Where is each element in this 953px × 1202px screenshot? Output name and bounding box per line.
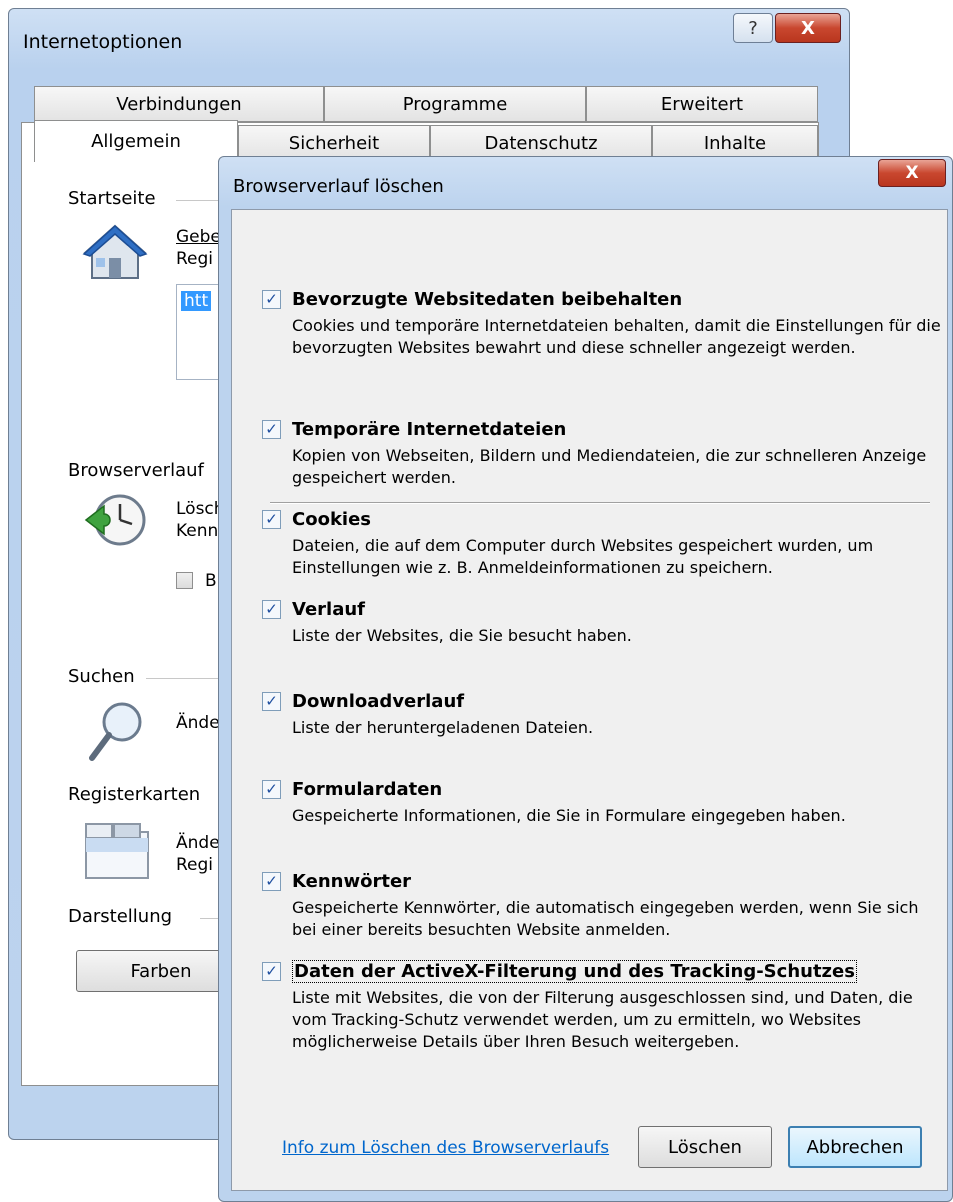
registerkarten-text-1: Ände (176, 833, 220, 853)
option-description: Cookies und temporäre Internetdateien be… (292, 316, 941, 357)
option-description: Liste der heruntergeladenen Dateien. (292, 718, 594, 737)
delete-history-dialog: Browserverlauf löschen X ✓ Bevorzugte We… (218, 156, 953, 1202)
option-title: Formulardaten (292, 779, 443, 800)
close-button[interactable]: X (775, 13, 841, 43)
tab-programme[interactable]: Programme (324, 86, 586, 122)
option-title: Verlauf (292, 599, 365, 620)
checkbox-activex-tracking[interactable]: ✓ (262, 962, 281, 981)
suchen-label: Suchen (68, 666, 135, 687)
tabs-icon (85, 823, 149, 879)
option-title: Temporäre Internetdateien (292, 419, 567, 440)
delete-button-label: Löschen (668, 1136, 742, 1158)
startseite-text-2: Regi (176, 249, 214, 269)
caption-buttons: ? X (733, 13, 841, 43)
option-description: Gespeicherte Informationen, die Sie in F… (292, 806, 846, 825)
window-title: Internetoptionen (23, 31, 183, 53)
option-description: Liste der Websites, die Sie besucht habe… (292, 626, 632, 645)
cancel-button-label: Abbrechen (806, 1136, 904, 1158)
farben-button-label: Farben (130, 960, 192, 982)
separator (270, 502, 930, 504)
dialog-close-button[interactable]: X (878, 159, 946, 187)
browserverlauf-checkbox[interactable] (176, 572, 193, 589)
browserverlauf-label: Browserverlauf (68, 460, 204, 481)
tab-verbindungen[interactable]: Verbindungen (34, 86, 324, 122)
tab-allgemein[interactable]: Allgemein (34, 120, 238, 162)
option-description: Gespeicherte Kennwörter, die automatisch… (292, 898, 919, 939)
info-link[interactable]: Info zum Löschen des Browserverlaufs (282, 1138, 609, 1158)
checkbox-cookies[interactable]: ✓ (262, 510, 281, 529)
option-description: Dateien, die auf dem Computer durch Webs… (292, 536, 874, 577)
option-title: Cookies (292, 509, 372, 530)
option-description: Kopien von Webseiten, Bildern und Medien… (292, 446, 927, 487)
startseite-text-1: Gebe (176, 227, 221, 247)
magnifier-icon (89, 702, 142, 761)
history-clock-icon (84, 494, 146, 546)
help-button[interactable]: ? (733, 13, 773, 43)
home-icon (82, 224, 148, 279)
browserverlauf-checkbox-label: B (205, 571, 217, 591)
registerkarten-text-2: Regi (176, 855, 214, 875)
group-divider (146, 678, 226, 679)
checkbox-temp-files[interactable]: ✓ (262, 420, 281, 439)
option-title: Kennwörter (292, 871, 412, 892)
option-title: Bevorzugte Websitedaten beibehalten (292, 289, 683, 310)
cancel-button[interactable]: Abbrechen (788, 1126, 922, 1168)
browserverlauf-text-2: Kenn (176, 521, 219, 541)
checkbox-preserve-favorites[interactable]: ✓ (262, 290, 281, 309)
delete-button[interactable]: Löschen (638, 1126, 772, 1168)
dialog-body: ✓ Bevorzugte Websitedaten beibehalten Co… (231, 209, 948, 1191)
option-title: Downloadverlauf (292, 691, 465, 712)
dialog-title: Browserverlauf löschen (233, 176, 444, 197)
tab-erweitert[interactable]: Erweitert (586, 86, 818, 122)
checkbox-form-data[interactable]: ✓ (262, 780, 281, 799)
registerkarten-label: Registerkarten (68, 784, 201, 805)
startseite-label: Startseite (68, 188, 156, 209)
url-selection: htt (181, 291, 212, 311)
checkbox-download-history[interactable]: ✓ (262, 692, 281, 711)
checkbox-passwords[interactable]: ✓ (262, 872, 281, 891)
suchen-text-1: Ände (176, 713, 220, 733)
checkbox-history[interactable]: ✓ (262, 600, 281, 619)
darstellung-label: Darstellung (68, 906, 173, 927)
option-description: Liste mit Websites, die von der Filterun… (292, 988, 913, 1051)
option-title: Daten der ActiveX-Filterung und des Trac… (292, 960, 857, 983)
